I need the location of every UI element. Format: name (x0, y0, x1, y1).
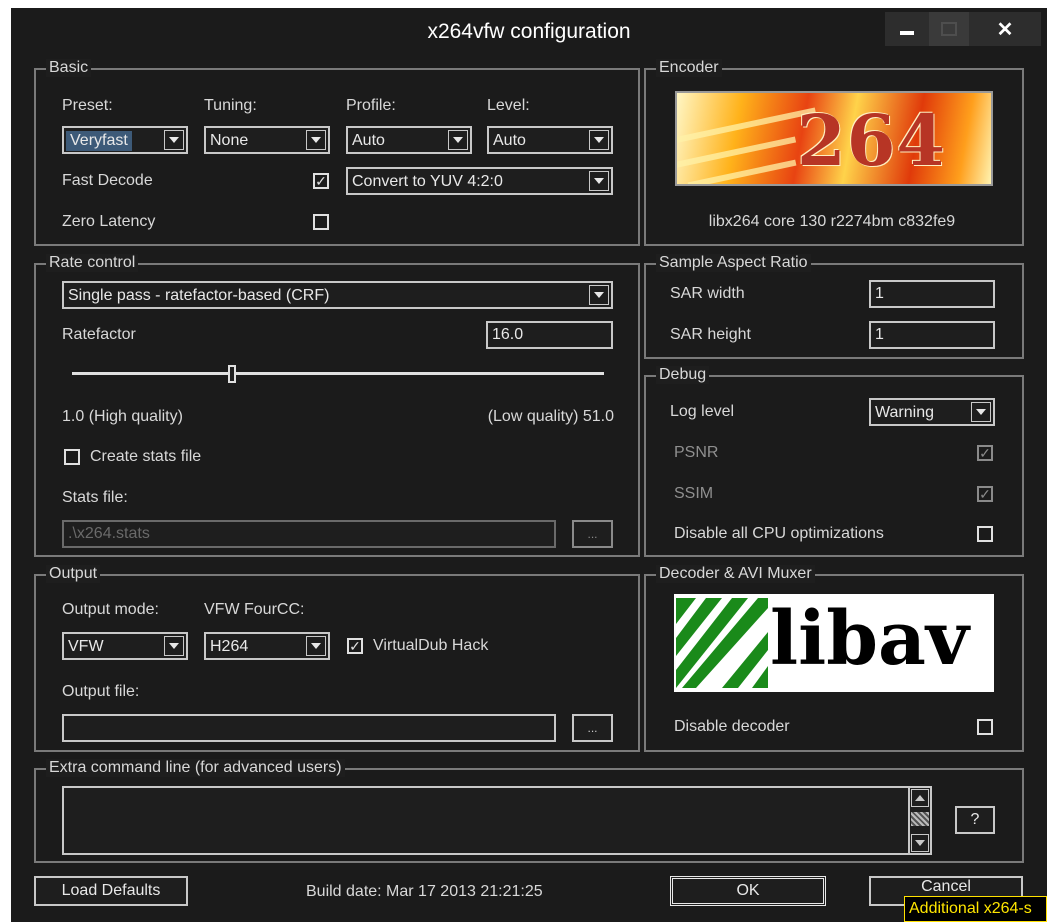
extra-cmdline-scrollbar[interactable] (910, 786, 932, 855)
colorspace-value: Convert to YUV 4:2:0 (352, 173, 503, 190)
colorspace-select[interactable]: Convert to YUV 4:2:0 (346, 167, 613, 195)
fourcc-select[interactable]: H264 (204, 632, 330, 660)
ssim-label: SSIM (674, 485, 714, 502)
fast-decode-checkbox[interactable]: ✓ (313, 173, 329, 189)
log-level-value: Warning (875, 404, 934, 421)
help-button[interactable]: ? (955, 806, 995, 834)
sar-width-input[interactable]: 1 (869, 280, 995, 308)
chevron-down-icon[interactable] (164, 636, 184, 656)
ok-button[interactable]: OK (670, 876, 826, 906)
level-value: Auto (493, 132, 526, 149)
zero-latency-checkbox[interactable] (313, 214, 329, 230)
chevron-down-icon[interactable] (971, 402, 991, 422)
decoder-group-label: Decoder & AVI Muxer (656, 565, 815, 583)
chevron-down-icon[interactable] (164, 130, 184, 150)
ssim-checkbox[interactable]: ✓ (977, 486, 993, 502)
output-file-browse-button[interactable]: ... (572, 714, 613, 742)
profile-label: Profile: (346, 97, 396, 114)
fourcc-value: H264 (210, 638, 249, 655)
chevron-down-icon[interactable] (589, 130, 609, 150)
x264-logo-text: 264 (797, 99, 947, 182)
profile-value: Auto (352, 132, 385, 149)
chevron-down-icon[interactable] (306, 636, 326, 656)
debug-group-label: Debug (656, 366, 710, 384)
create-stats-checkbox[interactable] (64, 449, 80, 465)
vdub-hack-label: VirtualDub Hack (373, 637, 489, 654)
maximize-button[interactable] (929, 12, 969, 46)
title-bar[interactable]: x264vfw configuration ✕ (11, 8, 1047, 60)
maximize-icon (941, 22, 957, 36)
encoder-group-label: Encoder (656, 59, 722, 77)
extra-cmdline-textarea[interactable] (62, 786, 910, 855)
rate-mode-select[interactable]: Single pass - ratefactor-based (CRF) (62, 281, 613, 309)
sar-height-label: SAR height (670, 326, 751, 343)
tuning-label: Tuning: (204, 97, 257, 114)
output-file-input[interactable] (62, 714, 556, 742)
basic-group-label: Basic (46, 59, 92, 77)
libav-logo: libav (674, 594, 994, 692)
output-group-label: Output (46, 565, 101, 583)
log-level-select[interactable]: Warning (869, 398, 995, 426)
scroll-down-icon[interactable] (911, 834, 929, 852)
scroll-thumb[interactable] (911, 812, 929, 826)
preset-select[interactable]: Veryfast (62, 126, 188, 154)
chevron-down-icon[interactable] (589, 171, 609, 191)
x264-logo: 264 (675, 91, 993, 186)
psnr-label: PSNR (674, 444, 719, 461)
log-level-label: Log level (670, 403, 735, 420)
load-defaults-button[interactable]: Load Defaults (34, 876, 188, 906)
zero-latency-label: Zero Latency (62, 213, 156, 230)
extra-cmdline-group-label: Extra command line (for advanced users) (46, 759, 345, 777)
minimize-button[interactable] (885, 12, 929, 46)
tuning-select[interactable]: None (204, 126, 330, 154)
disable-decoder-label: Disable decoder (674, 718, 790, 735)
ratefactor-slider-thumb[interactable] (227, 365, 236, 383)
fourcc-label: VFW FourCC: (204, 601, 305, 618)
tuning-value: None (210, 132, 249, 149)
scroll-up-icon[interactable] (911, 789, 929, 807)
disable-decoder-checkbox[interactable] (977, 719, 993, 735)
create-stats-label: Create stats file (90, 448, 202, 465)
stats-file-label: Stats file: (62, 489, 128, 506)
build-date: Build date: Mar 17 2013 21:21:25 (306, 883, 543, 900)
output-mode-select[interactable]: VFW (62, 632, 188, 660)
libav-emblem-icon (676, 598, 768, 688)
slider-min-label: 1.0 (High quality) (62, 408, 183, 425)
output-mode-label: Output mode: (62, 601, 159, 618)
stats-file-browse-button[interactable]: ... (572, 520, 613, 548)
chevron-down-icon[interactable] (306, 130, 326, 150)
close-button[interactable]: ✕ (969, 12, 1041, 46)
sar-group-label: Sample Aspect Ratio (656, 254, 811, 272)
disable-cpu-checkbox[interactable] (977, 526, 993, 542)
psnr-checkbox[interactable]: ✓ (977, 445, 993, 461)
sar-width-label: SAR width (670, 285, 745, 302)
rate-mode-value: Single pass - ratefactor-based (CRF) (68, 287, 330, 304)
encoder-version: libx264 core 130 r2274bm c832fe9 (708, 213, 956, 230)
tooltip: Additional x264-s (904, 896, 1047, 922)
profile-select[interactable]: Auto (346, 126, 472, 154)
fast-decode-label: Fast Decode (62, 172, 153, 189)
preset-label: Preset: (62, 97, 113, 114)
output-mode-value: VFW (68, 638, 104, 655)
stats-file-input[interactable]: .\x264.stats (62, 520, 556, 548)
libav-logo-text: libav (770, 596, 969, 682)
chevron-down-icon[interactable] (589, 285, 609, 305)
ratefactor-slider-track[interactable] (72, 372, 604, 375)
vdub-hack-checkbox[interactable]: ✓ (347, 638, 363, 654)
slider-max-label: (Low quality) 51.0 (487, 408, 614, 425)
rate-control-group-label: Rate control (46, 254, 139, 272)
ratefactor-input[interactable]: 16.0 (486, 321, 613, 349)
level-select[interactable]: Auto (487, 126, 613, 154)
output-file-label: Output file: (62, 683, 140, 700)
ratefactor-label: Ratefactor (62, 326, 136, 343)
disable-cpu-label: Disable all CPU optimizations (674, 525, 884, 542)
preset-value: Veryfast (66, 131, 132, 151)
close-icon: ✕ (996, 18, 1014, 41)
minimize-icon (900, 31, 914, 35)
sar-height-input[interactable]: 1 (869, 321, 995, 349)
chevron-down-icon[interactable] (448, 130, 468, 150)
level-label: Level: (487, 97, 530, 114)
